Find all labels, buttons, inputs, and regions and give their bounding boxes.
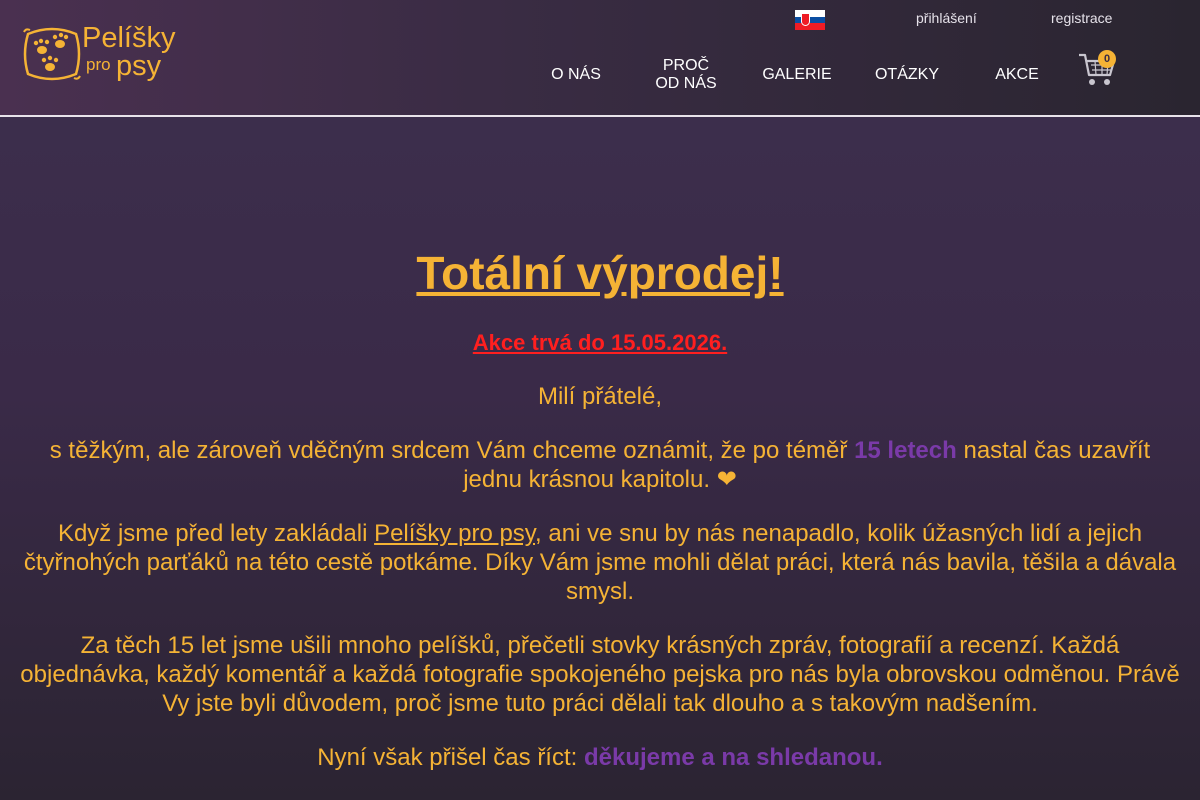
nav-item-galerie[interactable]: GALERIE — [755, 56, 839, 94]
paw-pillow-icon — [23, 27, 81, 81]
nav-item-o-nas[interactable]: O NÁS — [540, 56, 612, 94]
nav-item-label: GALERIE — [762, 66, 832, 83]
nav-item-label: PROČ OD NÁS — [655, 57, 716, 93]
highlight-goodbye: děkujeme a na shledanou. — [583, 744, 883, 771]
register-link[interactable]: registrace — [1051, 10, 1112, 26]
logo-text-pro: pro — [86, 55, 111, 74]
greeting: Milí přátelé, — [537, 383, 663, 410]
nav-label-line1: PROČ — [662, 57, 710, 74]
paragraph-thanks: Za těch 15 let jsme ušili mnoho pelíšků,… — [20, 632, 1180, 717]
site-header: Pelíšky pro psy přihlášení registrace O … — [0, 0, 1200, 117]
nav-label-line2: OD NÁS — [655, 75, 717, 92]
logo-text-peliskly: Pelíšky — [82, 22, 176, 54]
paragraph-history: Když jsme před lety zakládali Pelíšky pr… — [20, 519, 1180, 606]
nav-item-otazky[interactable]: OTÁZKY — [866, 56, 948, 94]
nav-item-akce[interactable]: AKCE — [985, 56, 1049, 94]
paragraph-text: s těžkým, ale zároveň vděčným srdcem Vám… — [49, 437, 855, 464]
brand-link[interactable]: Pelíšky pro psy — [374, 520, 535, 547]
nav-item-label: O NÁS — [551, 66, 601, 83]
nav-item-label: OTÁZKY — [874, 66, 939, 83]
nav-item-label: AKCE — [995, 66, 1039, 83]
logo-text-psy: psy — [116, 50, 162, 82]
nav-item-proc-od-nas[interactable]: PROČ OD NÁS — [646, 56, 726, 94]
login-link[interactable]: přihlášení — [916, 10, 977, 26]
main-content: Totální výprodej! Akce trvá do 15.05.202… — [0, 117, 1200, 800]
page-title[interactable]: Totální výprodej! — [20, 247, 1180, 299]
highlight-years: 15 letech — [854, 437, 957, 464]
paragraph-farewell: s těžkým, ale zároveň vděčným srdcem Vám… — [20, 436, 1180, 494]
announcement: Totální výprodej! Akce trvá do 15.05.202… — [20, 247, 1180, 797]
paragraph-goodbye: Nyní však přišel čas říct: děkujeme a na… — [20, 743, 1180, 772]
nav-home-button[interactable] — [486, 56, 512, 94]
cart-count-badge: 0 — [1098, 50, 1116, 68]
paragraph-text: Nyní však přišel čas říct: — [317, 744, 584, 771]
site-logo[interactable]: Pelíšky pro psy — [20, 22, 192, 88]
sale-notice: Akce trvá do 15.05.2026. — [472, 330, 728, 355]
paragraph-text: Když jsme před lety zakládali — [57, 520, 375, 547]
slovakia-flag-icon[interactable] — [795, 10, 825, 30]
